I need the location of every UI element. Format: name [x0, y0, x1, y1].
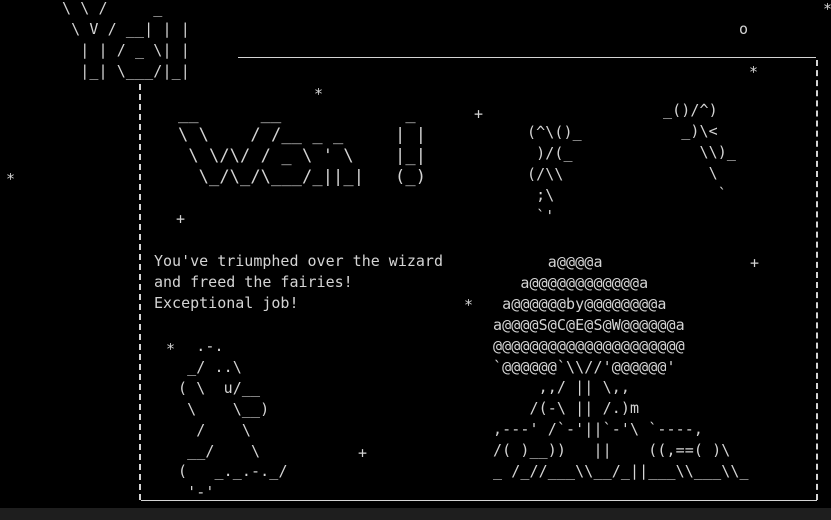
tree-line-11: _ /_//___\\__/_||___\\___\\_: [493, 462, 749, 481]
won-ascii-banner: __ __ _ \ \ / /__ _ _ | | \ \/\/ / _ \ '…: [178, 104, 426, 188]
fairy-left-line-4: ;\: [527, 185, 555, 204]
fairy-right-line-5: `: [663, 184, 727, 203]
sparkle-icon: +: [176, 210, 186, 228]
tree-line-2: a@@@@@@@@@@@@a: [493, 273, 649, 292]
runner-line-4: \ \__): [178, 399, 270, 418]
you-line-2: \ V / __| | |: [62, 19, 190, 38]
you-line-4: |_| \___/|_|: [62, 61, 190, 80]
won-line-1: __ __ _: [178, 104, 427, 124]
fairy-left-line-2: )/(_: [527, 143, 573, 162]
you-line-3: | | / _ \| |: [62, 40, 190, 59]
runner-line-6: __/ \: [178, 441, 261, 460]
runner-line-8: '-': [178, 483, 215, 502]
runner-line-5: / \: [178, 420, 252, 439]
message-line-3: Exceptional job!: [154, 294, 299, 312]
sparkle-icon: +: [474, 105, 484, 123]
frame-right-border: [816, 60, 818, 500]
status-bar: [0, 508, 831, 520]
frame-left-border: [139, 84, 141, 500]
runner-line-7: ( _._.-._/: [178, 462, 288, 481]
tree-ascii: a@@@@a a@@@@@@@@@@@@a a@@@@@@by@@@@@@@@a…: [493, 252, 749, 482]
tree-line-1: a@@@@a: [493, 253, 603, 271]
tree-line-8: /(-\ || /.)m: [493, 399, 640, 418]
victory-message: You've triumphed over the wizard and fre…: [154, 251, 443, 314]
won-line-3: \ \/\/ / _ \ ' \ |_|: [178, 146, 427, 166]
message-line-1: You've triumphed over the wizard: [154, 252, 443, 270]
runner-line-2: _/ ..\: [178, 357, 242, 376]
scrollbar-corner: [819, 508, 831, 520]
game-screen: \ \ / _ \ V / __| | | | | / _ \| | |_| \…: [0, 0, 831, 508]
runner-ascii: .-. _/ ..\ ( \ u/__ \ \__) / \ __/ \ ( _…: [178, 336, 288, 503]
star-icon: *: [6, 170, 16, 188]
frame-top-border: [238, 57, 816, 58]
fairy-left-line-1: (^\()_: [527, 123, 582, 141]
star-icon: *: [314, 85, 324, 103]
sparkle-icon: +: [750, 254, 760, 272]
sparkle-icon: +: [358, 444, 368, 462]
fairy-right-line-1: _()/^): [663, 101, 718, 119]
fairy-right-ascii: _()/^) _)\< \\)_ \ `: [663, 100, 736, 205]
fairy-right-line-4: \: [663, 163, 718, 182]
circle-icon: o: [739, 20, 749, 38]
tree-line-5: @@@@@@@@@@@@@@@@@@@@@: [493, 336, 685, 355]
fairy-right-line-3: \\)_: [663, 142, 737, 161]
runner-line-3: ( \ u/__: [178, 378, 261, 397]
message-line-2: and freed the fairies!: [154, 273, 353, 291]
fairy-left-ascii: (^\()_ )/(_ (/\\ ;\ `': [527, 122, 582, 227]
tree-line-10: /( )__)) || ((,==( )\: [493, 441, 731, 460]
star-icon: *: [464, 296, 474, 314]
star-icon: *: [823, 2, 831, 17]
won-line-4: \_/\_/\___/_||_| (_): [178, 167, 427, 187]
you-line-1: \ \ / _: [62, 0, 181, 17]
tree-line-9: ,---' /`-'||`-'\ `----,: [493, 420, 704, 439]
tree-line-3: a@@@@@@by@@@@@@@@a: [493, 294, 667, 313]
fairy-left-line-3: (/\\: [527, 164, 564, 183]
star-icon: *: [166, 340, 176, 358]
tree-line-4: a@@@@S@C@E@S@W@@@@@@a: [493, 315, 685, 334]
tree-line-7: ,,/ || \,,: [493, 378, 630, 397]
star-icon: *: [749, 63, 759, 81]
won-line-2: \ \ / /__ _ _ | |: [178, 125, 427, 145]
fairy-right-line-2: _)\<: [663, 121, 718, 140]
fairy-left-line-5: `': [527, 206, 555, 225]
runner-line-1: .-.: [178, 337, 224, 355]
tree-line-6: `@@@@@@`\\//'@@@@@@': [493, 357, 676, 376]
you-ascii-banner: \ \ / _ \ V / __| | | | | / _ \| | |_| \…: [62, 0, 190, 82]
